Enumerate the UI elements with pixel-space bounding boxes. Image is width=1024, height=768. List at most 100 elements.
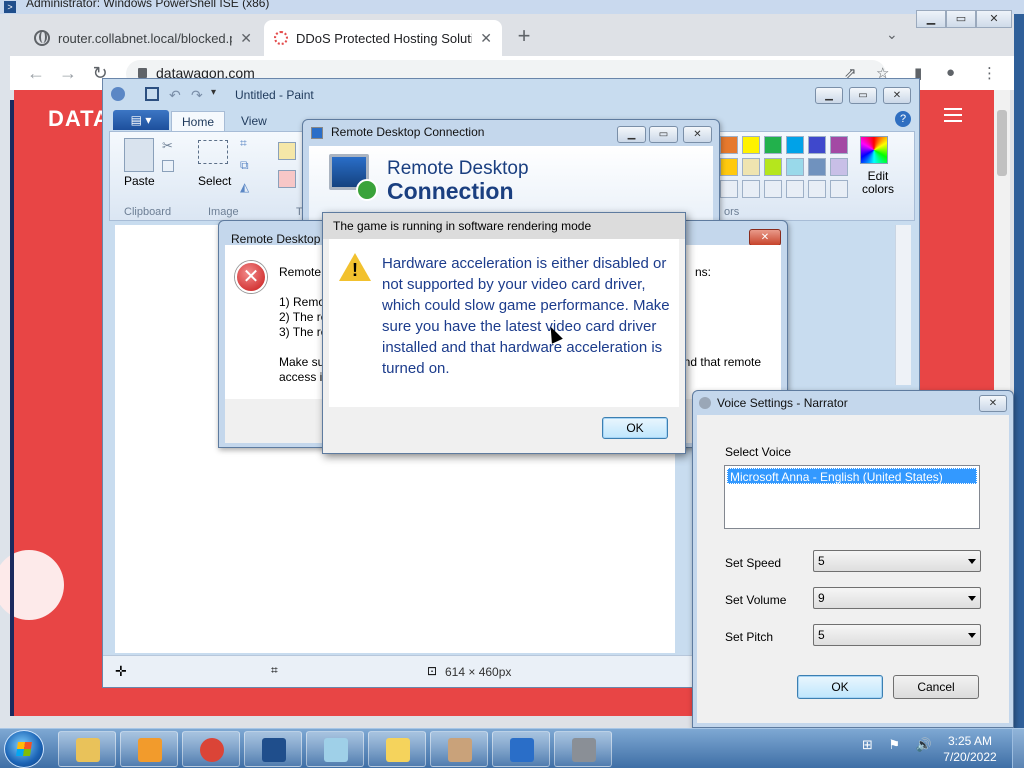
show-desktop-button[interactable] [1012,729,1024,768]
site-logo[interactable]: DATA [48,106,110,132]
taskbar-button[interactable] [58,731,116,767]
profile-avatar-icon[interactable]: ● [946,64,955,81]
voice-listbox[interactable]: Microsoft Anna - English (United States) [724,465,980,529]
ise-left-edge [0,14,10,728]
new-tab-button[interactable]: + [510,22,538,50]
paint-menu-button[interactable]: ▤ ▾ [113,110,169,130]
paste-label[interactable]: Paste [124,174,155,188]
taskbar-button[interactable] [492,731,550,767]
tab-close-icon[interactable]: ✕ [240,30,252,47]
close-button[interactable]: ✕ [883,87,911,104]
copy-icon[interactable] [162,160,174,172]
taskbar-button[interactable] [120,731,178,767]
palette-color-swatch[interactable] [720,158,738,176]
system-tray-icons[interactable]: ⊞ ⚑ 🔊 [862,737,938,753]
tab-ddos-hosting[interactable]: DDoS Protected Hosting Solution ✕ [264,20,502,56]
dialog-titlebar[interactable]: The game is running in software renderin… [323,213,685,239]
rotate-icon[interactable]: ◭ [240,180,249,194]
speed-select[interactable]: 5 [813,550,981,572]
edit-colors-button[interactable]: Edit colors [862,170,894,196]
taskbar-button[interactable] [306,731,364,767]
pencil-icon[interactable] [278,142,296,160]
crop-icon[interactable]: ⌗ [240,136,247,151]
paint-app-icon[interactable] [111,87,125,101]
minimize-button[interactable]: ▁ [617,126,646,143]
palette-color-swatch[interactable] [830,180,848,198]
tab-close-icon[interactable]: ✕ [480,30,492,47]
forward-arrow-icon[interactable]: → [56,62,80,84]
tab-home[interactable]: Home [171,111,226,131]
palette-color-swatch[interactable] [742,158,760,176]
tab-view[interactable]: View [231,111,277,131]
palette-color-swatch[interactable] [786,136,804,154]
close-button[interactable]: ✕ [683,126,712,143]
canvas-scrollbar[interactable] [895,225,911,385]
redo-icon[interactable]: ↷ [191,87,205,103]
palette-color-swatch[interactable] [764,136,782,154]
narrator-body: Select Voice Microsoft Anna - English (U… [697,415,1009,723]
palette-color-swatch[interactable] [786,158,804,176]
ok-button[interactable]: OK [797,675,883,699]
pitch-select[interactable]: 5 [813,624,981,646]
palette-color-swatch[interactable] [830,136,848,154]
cut-icon[interactable]: ✂ [162,138,173,154]
volume-select[interactable]: 9 [813,587,981,609]
palette-color-swatch[interactable] [808,180,826,198]
taskbar-button[interactable] [244,731,302,767]
eraser-icon[interactable] [278,170,296,188]
clock[interactable]: 3:25 AM 7/20/2022 [938,733,1002,765]
taskbar-button[interactable] [182,731,240,767]
taskbar-button[interactable] [368,731,426,767]
speed-value: 5 [818,554,825,568]
pitch-value: 5 [818,628,825,642]
taskbar-button[interactable] [430,731,488,767]
palette-color-swatch[interactable] [764,180,782,198]
tab-strip: router.collabnet.local/blocked.ph ✕ DDoS… [10,10,1014,56]
edit-colors-icon[interactable] [860,136,888,164]
undo-icon[interactable]: ↶ [169,87,183,103]
maximize-button[interactable]: ▭ [849,87,877,104]
palette-color-swatch[interactable] [742,136,760,154]
kebab-menu-icon[interactable]: ⋮ [982,64,997,82]
close-button[interactable]: ✕ [979,395,1007,412]
palette-color-swatch[interactable] [786,180,804,198]
close-button[interactable]: ✕ [749,229,781,246]
ok-button[interactable]: OK [602,417,668,439]
hamburger-menu-icon[interactable] [944,108,962,122]
voice-option-selected[interactable]: Microsoft Anna - English (United States) [727,468,977,484]
start-button[interactable] [4,730,44,768]
paint-titlebar[interactable]: ↶ ↷ ▾ Untitled - Paint ▁ ▭ ✕ [103,79,919,109]
maximize-button[interactable]: ▭ [649,126,678,143]
customize-quick-access-icon[interactable]: ▾ [211,87,225,101]
minimize-button[interactable]: ▁ [916,10,946,28]
save-icon[interactable] [145,87,159,101]
settings-gear-icon [572,738,596,762]
palette-color-swatch[interactable] [808,158,826,176]
site-favicon-icon [274,31,288,45]
palette-color-swatch[interactable] [808,136,826,154]
resize-icon[interactable]: ⧉ [240,158,249,173]
minimize-button[interactable]: ▁ [815,87,843,104]
select-label[interactable]: Select [198,174,231,188]
select-icon[interactable] [198,140,228,164]
back-arrow-icon[interactable]: ← [24,62,48,84]
palette-color-swatch[interactable] [720,180,738,198]
clipboard-icon[interactable] [124,138,154,172]
tab-router-blocked[interactable]: router.collabnet.local/blocked.ph ✕ [24,20,262,56]
taskbar-button[interactable] [554,731,612,767]
tab-search-chevron-icon[interactable]: ⌄ [886,26,898,43]
close-button[interactable]: ✕ [976,10,1012,28]
help-icon[interactable]: ? [895,111,911,127]
palette-color-swatch[interactable] [742,180,760,198]
color-palette [720,136,856,200]
scrollbar-thumb[interactable] [997,110,1007,176]
select-voice-label: Select Voice [725,445,792,459]
rdc-title-line-1: Remote Desktop [387,158,529,179]
cancel-button[interactable]: Cancel [893,675,979,699]
powershell-icon [262,738,286,762]
palette-color-swatch[interactable] [830,158,848,176]
group-label-image: Image [208,206,239,218]
palette-color-swatch[interactable] [764,158,782,176]
maximize-button[interactable]: ▭ [946,10,976,28]
palette-color-swatch[interactable] [720,136,738,154]
